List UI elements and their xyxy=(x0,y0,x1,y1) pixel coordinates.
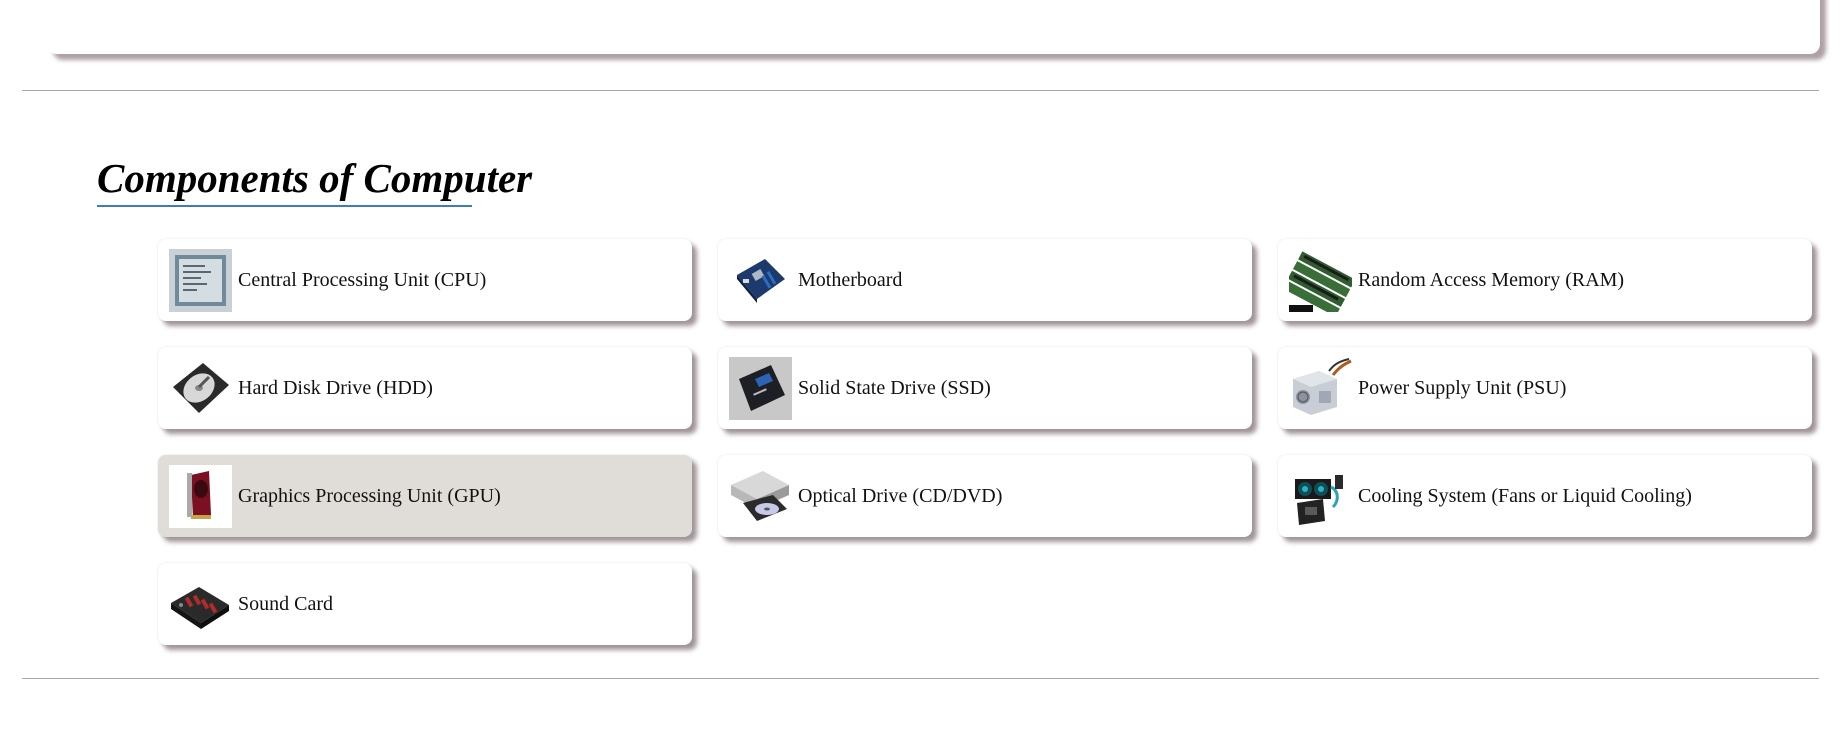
component-label: Random Access Memory (RAM) xyxy=(1358,268,1625,291)
component-label: Sound Card xyxy=(238,592,333,615)
component-card-cpu[interactable]: Central Processing Unit (CPU) xyxy=(158,239,692,321)
component-label: Hard Disk Drive (HDD) xyxy=(238,376,433,399)
section-title: Components of Computer xyxy=(97,155,533,201)
divider-top xyxy=(22,90,1819,91)
component-card-optical-drive[interactable]: Optical Drive (CD/DVD) xyxy=(718,455,1252,537)
component-label: Power Supply Unit (PSU) xyxy=(1358,376,1567,399)
component-card-motherboard[interactable]: Motherboard xyxy=(718,239,1252,321)
component-label: Cooling System (Fans or Liquid Cooling) xyxy=(1358,484,1692,507)
section-title-underline xyxy=(97,205,472,207)
component-card-sound-card[interactable]: Sound Card xyxy=(158,563,692,645)
divider-bottom xyxy=(22,678,1819,679)
cooling-system-icon xyxy=(1295,474,1343,525)
power-supply-icon xyxy=(1293,357,1352,415)
component-card-ram[interactable]: Random Access Memory (RAM) xyxy=(1278,239,1812,321)
component-card-cooling[interactable]: Cooling System (Fans or Liquid Cooling) xyxy=(1278,455,1812,537)
top-panel xyxy=(47,0,1820,54)
component-card-gpu[interactable]: Graphics Processing Unit (GPU) xyxy=(158,455,692,537)
ram-sticks-icon xyxy=(1289,248,1352,312)
component-label: Graphics Processing Unit (GPU) xyxy=(238,484,501,507)
component-card-hdd[interactable]: Hard Disk Drive (HDD) xyxy=(158,347,692,429)
component-label: Solid State Drive (SSD) xyxy=(798,376,991,399)
graphics-card-icon xyxy=(169,464,232,528)
cpu-chip-icon xyxy=(169,248,232,312)
sound-card-icon xyxy=(171,586,229,629)
component-label: Motherboard xyxy=(798,268,903,291)
component-label: Optical Drive (CD/DVD) xyxy=(798,484,1003,507)
component-card-psu[interactable]: Power Supply Unit (PSU) xyxy=(1278,347,1812,429)
optical-drive-icon xyxy=(731,470,789,521)
component-card-ssd[interactable]: Solid State Drive (SSD) xyxy=(718,347,1252,429)
ssd-icon xyxy=(729,356,792,420)
component-label: Central Processing Unit (CPU) xyxy=(238,268,487,291)
hard-disk-icon xyxy=(173,362,229,413)
motherboard-icon xyxy=(737,258,785,303)
